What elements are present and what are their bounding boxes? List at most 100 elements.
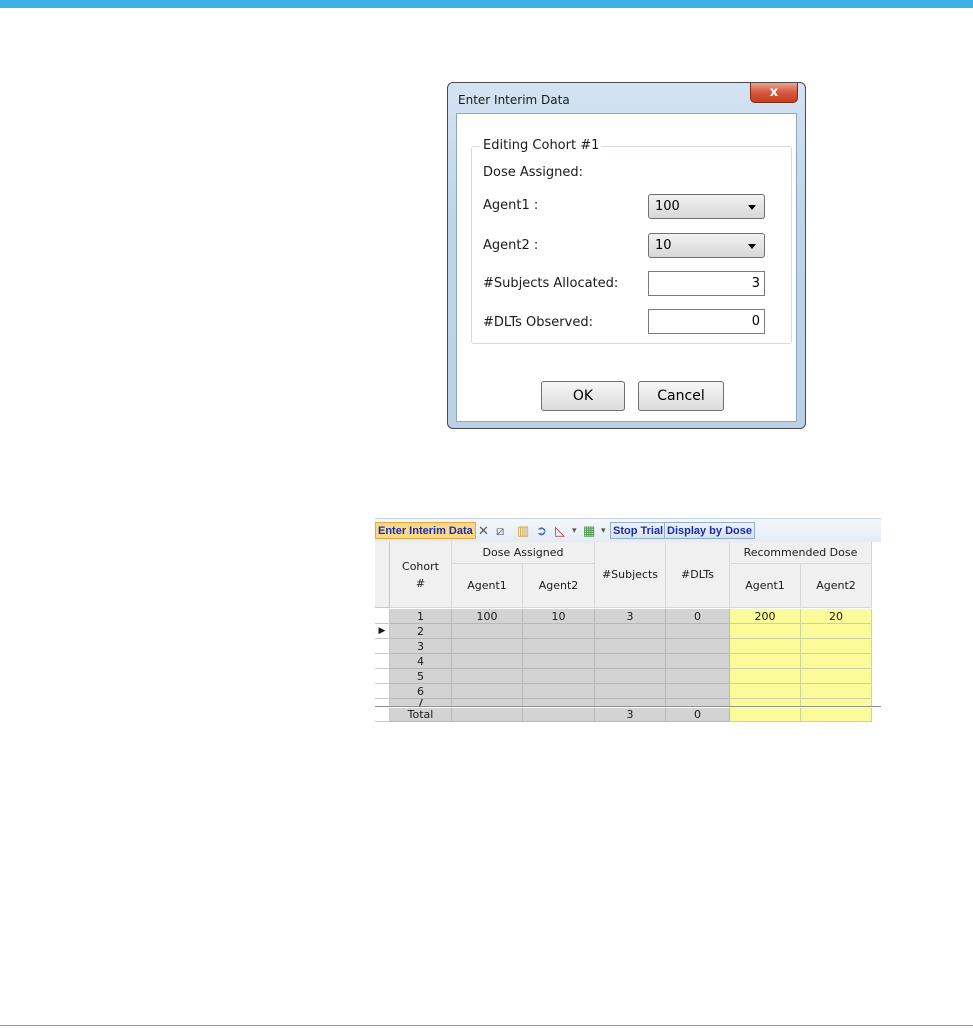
total-agent2 bbox=[523, 708, 595, 722]
dose-assigned-label: Dose Assigned: bbox=[483, 165, 584, 180]
table-icon[interactable]: ▦ bbox=[583, 523, 595, 538]
row-selector[interactable] bbox=[375, 609, 390, 624]
cell-agent1[interactable] bbox=[452, 654, 523, 669]
close-button[interactable]: x bbox=[750, 83, 798, 103]
ok-button[interactable]: OK bbox=[541, 381, 625, 411]
cell-cohort[interactable]: 6 bbox=[390, 684, 452, 699]
cell-agent2[interactable]: 10 bbox=[523, 609, 595, 624]
header-agent2: Agent2 bbox=[523, 564, 595, 608]
cell-subjects[interactable] bbox=[595, 684, 666, 699]
dlts-observed-field[interactable] bbox=[648, 309, 765, 334]
agent1-dropdown[interactable]: 100 bbox=[648, 194, 765, 219]
cell-subjects[interactable] bbox=[595, 669, 666, 684]
agent1-selected-value: 100 bbox=[655, 199, 680, 214]
dlts-observed-label: #DLTs Observed: bbox=[483, 315, 593, 330]
agent2-dropdown[interactable]: 10 bbox=[648, 233, 765, 258]
cell-rec-agent2[interactable]: 20 bbox=[801, 609, 872, 624]
header-subjects: #Subjects bbox=[595, 542, 666, 608]
header-rec-agent2: Agent2 bbox=[801, 564, 872, 608]
chevron-down-icon bbox=[748, 205, 756, 210]
chevron-down-icon[interactable]: ▾ bbox=[572, 523, 577, 538]
row-selector[interactable] bbox=[375, 669, 390, 684]
cancel-button[interactable]: Cancel bbox=[638, 381, 724, 411]
cell-cohort[interactable]: 5 bbox=[390, 669, 452, 684]
cell-rec-agent1[interactable] bbox=[730, 669, 801, 684]
cell-dlts[interactable]: 0 bbox=[666, 609, 730, 624]
cell-rec-agent2[interactable] bbox=[801, 639, 872, 654]
cell-cohort[interactable]: 3 bbox=[390, 639, 452, 654]
cell-rec-agent1[interactable] bbox=[730, 639, 801, 654]
grid-right-gutter bbox=[872, 542, 881, 727]
cell-subjects[interactable] bbox=[595, 624, 666, 639]
corner-cell bbox=[375, 542, 390, 608]
cell-agent2[interactable] bbox=[523, 639, 595, 654]
cell-agent1[interactable] bbox=[452, 684, 523, 699]
editing-cohort-group: Editing Cohort #1 Dose Assigned: Agent1 … bbox=[471, 138, 792, 344]
row-selector[interactable] bbox=[375, 639, 390, 654]
enter-interim-data-button[interactable]: Enter Interim Data bbox=[375, 522, 476, 539]
cell-rec-agent2[interactable] bbox=[801, 669, 872, 684]
cell-agent2[interactable] bbox=[523, 669, 595, 684]
cell-cohort[interactable]: 2 bbox=[390, 624, 452, 639]
stop-trial-button[interactable]: Stop Trial bbox=[610, 522, 667, 539]
cell-agent1[interactable] bbox=[452, 624, 523, 639]
cell-agent1[interactable]: 100 bbox=[452, 609, 523, 624]
bottom-accent-line bbox=[0, 1025, 973, 1026]
cell-subjects[interactable] bbox=[595, 639, 666, 654]
total-separator bbox=[375, 706, 881, 707]
row-selector[interactable]: ▶ bbox=[375, 624, 390, 639]
cell-subjects[interactable] bbox=[595, 654, 666, 669]
subjects-allocated-label: #Subjects Allocated: bbox=[483, 276, 619, 291]
cell-dlts[interactable] bbox=[666, 669, 730, 684]
total-rec-agent1 bbox=[730, 708, 801, 722]
header-recommended-dose: Recommended Dose bbox=[730, 542, 872, 564]
cell-dlts[interactable] bbox=[666, 684, 730, 699]
columns-icon[interactable]: ▥ bbox=[517, 523, 529, 538]
total-label: Total bbox=[390, 708, 452, 722]
total-agent1 bbox=[452, 708, 523, 722]
plot-icon[interactable]: ◺ bbox=[555, 523, 565, 538]
cell-dlts[interactable] bbox=[666, 639, 730, 654]
cell-subjects[interactable]: 3 bbox=[595, 609, 666, 624]
total-rec-agent2 bbox=[801, 708, 872, 722]
cell-rec-agent1[interactable]: 200 bbox=[730, 609, 801, 624]
cell-rec-agent2[interactable] bbox=[801, 654, 872, 669]
subjects-allocated-field[interactable] bbox=[648, 271, 765, 296]
cell-dlts[interactable] bbox=[666, 624, 730, 639]
chevron-down-icon bbox=[748, 244, 756, 249]
dialog-client-area: Editing Cohort #1 Dose Assigned: Agent1 … bbox=[456, 113, 797, 422]
cell-cohort[interactable]: 1 bbox=[390, 609, 452, 624]
cell-agent2[interactable] bbox=[523, 654, 595, 669]
delete-icon[interactable]: ✕ bbox=[478, 523, 489, 538]
agent2-label: Agent2 : bbox=[483, 238, 539, 253]
mp-icon[interactable]: ➲ bbox=[536, 523, 547, 538]
total-dlts: 0 bbox=[666, 708, 730, 722]
header-cohort: Cohort # bbox=[390, 542, 452, 608]
enter-interim-data-dialog: Enter Interim Data x Editing Cohort #1 D… bbox=[447, 82, 806, 429]
cell-rec-agent2[interactable] bbox=[801, 684, 872, 699]
cell-rec-agent2[interactable] bbox=[801, 624, 872, 639]
top-accent-bar bbox=[0, 0, 973, 8]
cell-cohort[interactable]: 4 bbox=[390, 654, 452, 669]
cell-rec-agent1[interactable] bbox=[730, 684, 801, 699]
edit-icon[interactable]: ⧄ bbox=[496, 523, 504, 538]
dialog-title: Enter Interim Data bbox=[458, 93, 570, 107]
group-title: Editing Cohort #1 bbox=[480, 138, 603, 153]
cell-rec-agent1[interactable] bbox=[730, 654, 801, 669]
cell-agent1[interactable] bbox=[452, 639, 523, 654]
close-icon: x bbox=[769, 85, 779, 100]
cell-dlts[interactable] bbox=[666, 654, 730, 669]
cell-agent2[interactable] bbox=[523, 684, 595, 699]
header-dose-assigned: Dose Assigned bbox=[452, 542, 595, 564]
cell-agent1[interactable] bbox=[452, 669, 523, 684]
cohort-data-grid: Cohort # Dose Assigned Agent1 Agent2 #Su… bbox=[375, 542, 881, 727]
display-by-dose-button[interactable]: Display by Dose bbox=[664, 522, 755, 539]
header-dlts: #DLTs bbox=[666, 542, 730, 608]
interim-toolbar: Enter Interim Data ✕ ⧄ ▥ ➲ ◺ ▾ ▦ ▾ Stop … bbox=[375, 518, 881, 542]
cell-rec-agent1[interactable] bbox=[730, 624, 801, 639]
cell-agent2[interactable] bbox=[523, 624, 595, 639]
header-rec-agent1: Agent1 bbox=[730, 564, 801, 608]
row-selector[interactable] bbox=[375, 684, 390, 699]
row-selector[interactable] bbox=[375, 654, 390, 669]
chevron-down-icon[interactable]: ▾ bbox=[601, 523, 606, 538]
